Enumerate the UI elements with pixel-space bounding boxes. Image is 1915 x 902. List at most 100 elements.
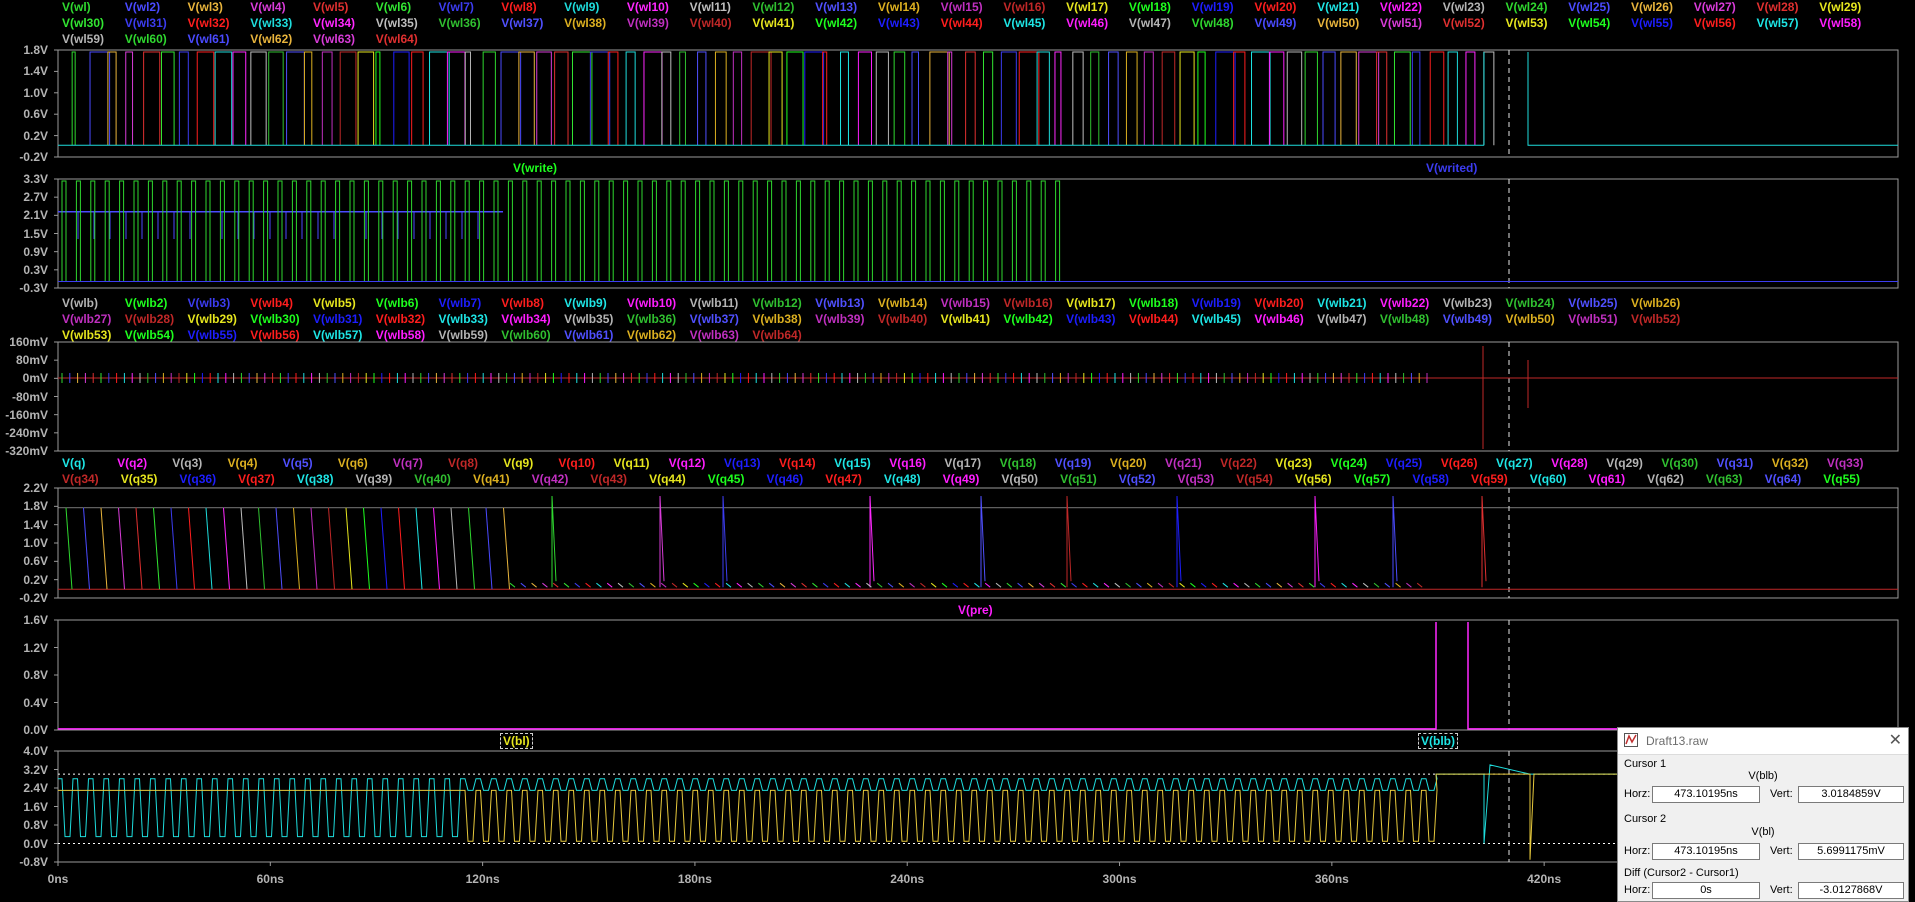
legend-trace-name[interactable]: V(q61) [1588, 472, 1625, 487]
legend-trace-name[interactable]: V(wlb24) [1505, 296, 1554, 311]
legend-trace-name[interactable]: V(wl59) [62, 32, 104, 47]
legend-trace-name[interactable]: V(wl49) [1254, 16, 1296, 31]
legend-trace-name[interactable]: V(wlb10) [627, 296, 676, 311]
legend-trace-name[interactable]: V(wlb48) [1380, 312, 1429, 327]
legend-trace-name[interactable]: V(wl48) [1192, 16, 1234, 31]
legend-trace-name[interactable]: V(q5) [283, 456, 313, 471]
legend-trace-name[interactable]: V(q50) [1001, 472, 1038, 487]
legend-trace-name[interactable]: V(q48) [884, 472, 921, 487]
trace-label[interactable]: V(blb) [1418, 733, 1458, 749]
legend-trace-name[interactable]: V(wlb) [62, 296, 98, 311]
legend-trace-name[interactable]: V(wl55) [1631, 16, 1673, 31]
legend-trace-name[interactable]: V(wlb53) [62, 328, 111, 343]
legend-trace-name[interactable]: V(q49) [943, 472, 980, 487]
legend-trace-name[interactable]: V(wl13) [815, 0, 857, 15]
diff-vert-field[interactable]: -3.0127868V [1798, 882, 1904, 899]
legend-trace-name[interactable]: V(q18) [1000, 456, 1037, 471]
legend-trace-name[interactable]: V(q16) [889, 456, 926, 471]
legend-trace-name[interactable]: V(wl28) [1756, 0, 1798, 15]
legend-trace-name[interactable]: V(wlb27) [62, 312, 111, 327]
legend-trace-name[interactable]: V(wlb35) [564, 312, 613, 327]
legend-trace-name[interactable]: V(q45) [708, 472, 745, 487]
legend-trace-name[interactable]: V(wl6) [376, 0, 411, 15]
legend-trace-name[interactable]: V(q8) [448, 456, 478, 471]
legend-trace-name[interactable]: V(q17) [944, 456, 981, 471]
legend-trace-name[interactable]: V(wlb34) [501, 312, 550, 327]
legend-trace-name[interactable]: V(wl22) [1380, 0, 1422, 15]
legend-trace-name[interactable]: V(q19) [1055, 456, 1092, 471]
legend-trace-name[interactable]: V(wl64) [376, 32, 418, 47]
legend-trace-name[interactable]: V(q36) [179, 472, 216, 487]
legend-trace-name[interactable]: V(q41) [473, 472, 510, 487]
legend-trace-name[interactable]: V(q62) [1647, 472, 1684, 487]
legend-trace-name[interactable]: V(wl12) [752, 0, 794, 15]
cursor1-horz-field[interactable]: 473.10195ns [1652, 786, 1760, 803]
legend-trace-name[interactable]: V(wl32) [188, 16, 230, 31]
legend-trace-name[interactable]: V(wl23) [1443, 0, 1485, 15]
legend-trace-name[interactable]: V(q6) [338, 456, 368, 471]
legend-trace-name[interactable]: V(wlb18) [1129, 296, 1178, 311]
legend-trace-name[interactable]: V(q35) [121, 472, 158, 487]
legend-trace-name[interactable]: V(wl54) [1568, 16, 1610, 31]
legend-trace-name[interactable]: V(wl56) [1694, 16, 1736, 31]
legend-trace-name[interactable]: V(q26) [1441, 456, 1478, 471]
legend-trace-name[interactable]: V(q33) [1827, 456, 1864, 471]
trace-label[interactable]: V(pre) [958, 603, 993, 618]
legend-trace-name[interactable]: V(wlb5) [313, 296, 356, 311]
legend-trace-name[interactable]: V(wl18) [1129, 0, 1171, 15]
legend-trace-name[interactable]: V(q12) [669, 456, 706, 471]
legend-trace-name[interactable]: V(wlb16) [1003, 296, 1052, 311]
legend-trace-name[interactable]: V(q59) [1471, 472, 1508, 487]
legend-trace-name[interactable]: V(wlb37) [690, 312, 739, 327]
legend-trace-name[interactable]: V(wlb49) [1443, 312, 1492, 327]
legend-trace-name[interactable]: V(wlb43) [1066, 312, 1115, 327]
legend-trace-name[interactable]: V(q56) [1295, 472, 1332, 487]
legend-trace-name[interactable]: V(wl10) [627, 0, 669, 15]
legend-trace-name[interactable]: V(q54) [1236, 472, 1273, 487]
legend-trace-name[interactable]: V(wlb4) [250, 296, 293, 311]
legend-trace-name[interactable]: V(q63) [1706, 472, 1743, 487]
legend-trace-name[interactable]: V(wl5) [313, 0, 348, 15]
legend-trace-name[interactable]: V(wl2) [125, 0, 160, 15]
legend-trace-name[interactable]: V(wlb2) [125, 296, 168, 311]
legend-trace-name[interactable]: V(q7) [393, 456, 423, 471]
legend-trace-name[interactable]: V(wl7) [439, 0, 474, 15]
legend-trace-name[interactable]: V(q44) [649, 472, 686, 487]
cursor2-vert-field[interactable]: 5.6991175mV [1798, 843, 1904, 860]
legend-trace-name[interactable]: V(wl20) [1254, 0, 1296, 15]
legend-trace-name[interactable]: V(wl53) [1505, 16, 1547, 31]
legend-trace-name[interactable]: V(q13) [724, 456, 761, 471]
legend-trace-name[interactable]: V(wl) [62, 0, 91, 15]
legend-trace-name[interactable]: V(wl9) [564, 0, 599, 15]
legend-trace-name[interactable]: V(q52) [1119, 472, 1156, 487]
legend-trace-name[interactable]: V(wlb36) [627, 312, 676, 327]
trace-label[interactable]: V(writed) [1426, 161, 1477, 176]
legend-trace-name[interactable]: V(wl57) [1756, 16, 1798, 31]
legend-trace-name[interactable]: V(q23) [1275, 456, 1312, 471]
legend-trace-name[interactable]: V(wlb41) [941, 312, 990, 327]
legend-trace-name[interactable]: V(wl47) [1129, 16, 1171, 31]
legend-trace-name[interactable]: V(wl63) [313, 32, 355, 47]
legend-trace-name[interactable]: V(q39) [356, 472, 393, 487]
legend-trace-name[interactable]: V(wlb60) [501, 328, 550, 343]
legend-trace-name[interactable]: V(wlb13) [815, 296, 864, 311]
legend-trace-name[interactable]: V(wl50) [1317, 16, 1359, 31]
legend-trace-name[interactable]: V(wlb8) [501, 296, 544, 311]
legend-trace-name[interactable]: V(q10) [558, 456, 595, 471]
legend-trace-name[interactable]: V(wlb31) [313, 312, 362, 327]
legend-trace-name[interactable]: V(wl61) [188, 32, 230, 47]
legend-trace-name[interactable]: V(q14) [779, 456, 816, 471]
cursor1-vert-field[interactable]: 3.0184859V [1798, 786, 1904, 803]
legend-trace-name[interactable]: V(q46) [767, 472, 804, 487]
legend-trace-name[interactable]: V(wl21) [1317, 0, 1359, 15]
legend-trace-name[interactable]: V(wlb19) [1192, 296, 1241, 311]
legend-trace-name[interactable]: V(q20) [1110, 456, 1147, 471]
legend-trace-name[interactable]: V(q30) [1661, 456, 1698, 471]
legend-trace-name[interactable]: V(wl46) [1066, 16, 1108, 31]
legend-trace-name[interactable]: V(q3) [172, 456, 202, 471]
legend-trace-name[interactable]: V(wlb51) [1568, 312, 1617, 327]
legend-trace-name[interactable]: V(wl35) [376, 16, 418, 31]
legend-trace-name[interactable]: V(wl58) [1819, 16, 1861, 31]
legend-trace-name[interactable]: V(wl17) [1066, 0, 1108, 15]
legend-trace-name[interactable]: V(q38) [297, 472, 334, 487]
